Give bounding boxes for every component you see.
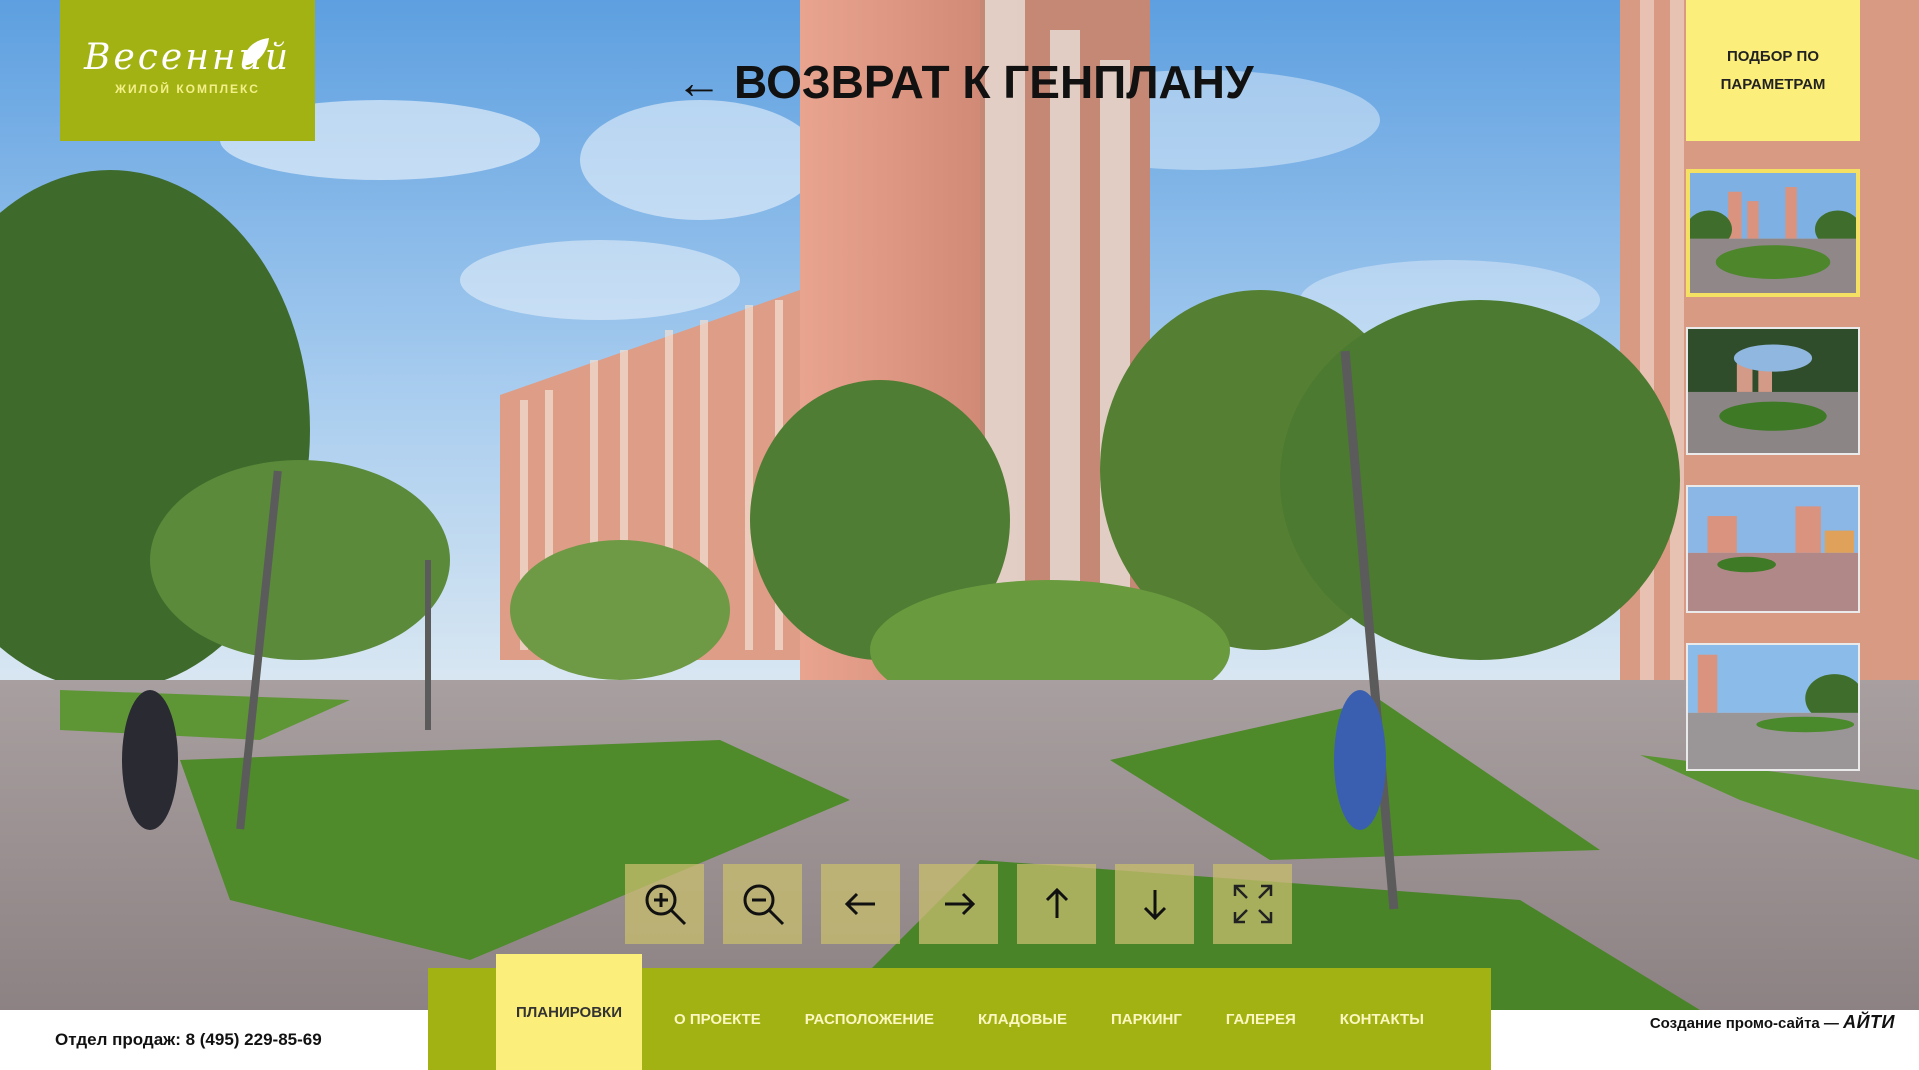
arrow-right-icon: [944, 892, 975, 916]
nav-item-about[interactable]: О ПРОЕКТЕ: [674, 1012, 761, 1027]
back-link-label: ВОЗВРАТ К ГЕНПЛАНУ: [734, 56, 1254, 108]
nav-item-storage[interactable]: КЛАДОВЫЕ: [978, 1012, 1067, 1027]
panorama-view[interactable]: [0, 0, 1919, 1010]
nav-item-parking[interactable]: ПАРКИНГ: [1111, 1012, 1182, 1027]
arrow-left-icon: ←: [676, 56, 722, 108]
pan-right-button[interactable]: [919, 864, 998, 944]
back-to-masterplan-link[interactable]: ← ВОЗВРАТ К ГЕНПЛАНУ: [676, 52, 1254, 112]
leaf-icon: [243, 38, 269, 66]
arrow-up-icon: [1045, 887, 1068, 918]
pan-left-button[interactable]: [821, 864, 900, 944]
arrow-left-icon: [844, 892, 875, 916]
zoom-in-button[interactable]: [625, 864, 704, 944]
zoom-in-icon: [645, 884, 686, 926]
filter-by-parameters-button[interactable]: ПОДБОР ПО ПАРАМЕТРАМ: [1686, 0, 1860, 141]
credits-text: Создание промо-сайта —: [1649, 1015, 1839, 1032]
panorama-thumbnail-4[interactable]: [1686, 643, 1860, 771]
nav-item-gallery[interactable]: ГАЛЕРЕЯ: [1226, 1012, 1296, 1027]
site-credits[interactable]: Создание промо-сайта — АЙТИ: [1650, 1012, 1895, 1033]
logo-subtitle: ЖИЛОЙ КОМПЛЕКС: [115, 82, 260, 96]
logo-brand: Весенний: [83, 37, 292, 78]
panorama-controls: [625, 864, 1292, 944]
nav-item-layouts[interactable]: ПЛАНИРОВКИ: [496, 954, 642, 1070]
sales-phone[interactable]: Отдел продаж: 8 (495) 229-85-69: [55, 1030, 322, 1050]
main-nav: ПЛАНИРОВКИ О ПРОЕКТЕ РАСПОЛОЖЕНИЕ КЛАДОВ…: [428, 954, 1491, 1070]
credits-brand: АЙТИ: [1843, 1012, 1895, 1032]
zoom-out-button[interactable]: [723, 864, 802, 944]
nav-item-contacts[interactable]: КОНТАКТЫ: [1340, 1012, 1424, 1027]
pan-down-button[interactable]: [1115, 864, 1194, 944]
fullscreen-button[interactable]: [1213, 864, 1292, 944]
fullscreen-icon: [1233, 884, 1272, 924]
pan-up-button[interactable]: [1017, 864, 1096, 944]
logo[interactable]: Весенний ЖИЛОЙ КОМПЛЕКС: [60, 0, 315, 141]
zoom-out-icon: [743, 884, 784, 926]
filter-button-label: ПОДБОР ПО ПАРАМЕТРАМ: [1720, 47, 1826, 93]
panorama-thumbnail-3[interactable]: [1686, 485, 1860, 613]
arrow-down-icon: [1143, 890, 1166, 921]
nav-item-location[interactable]: РАСПОЛОЖЕНИЕ: [805, 1012, 934, 1027]
panorama-thumbnail-1[interactable]: [1686, 169, 1860, 297]
panorama-thumbnail-2[interactable]: [1686, 327, 1860, 455]
